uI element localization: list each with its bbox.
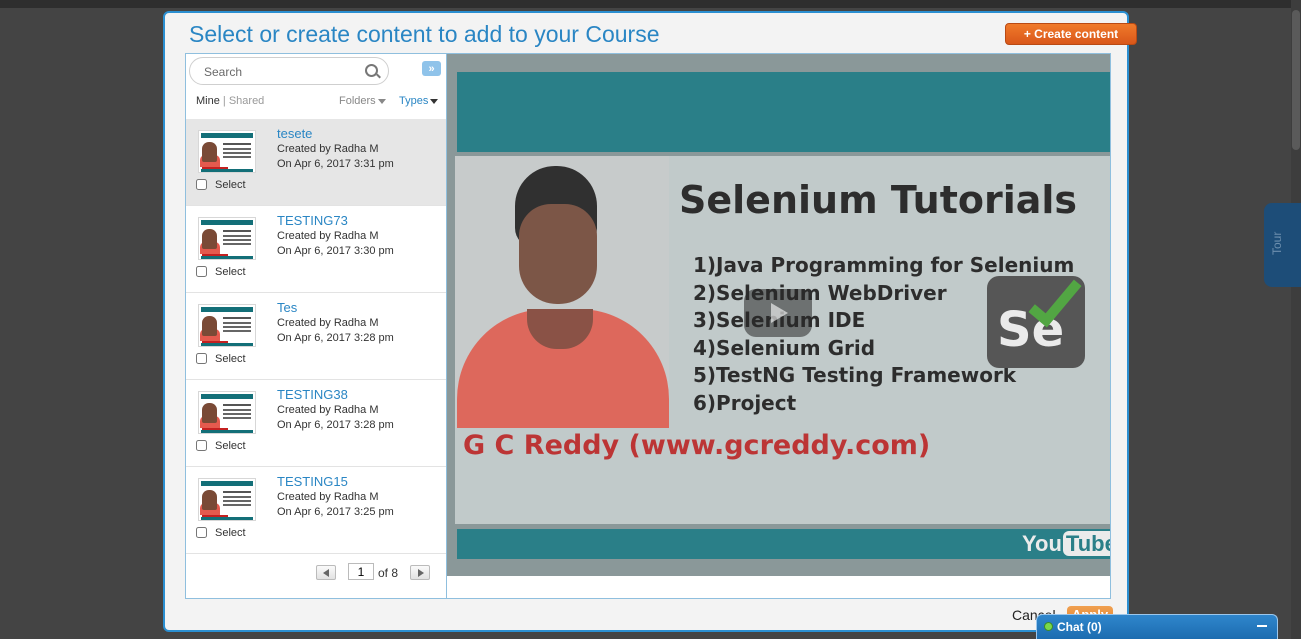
select-checkbox[interactable] <box>196 266 207 277</box>
chat-bar[interactable]: Chat (0) <box>1036 614 1278 639</box>
page-scrollbar-thumb[interactable] <box>1292 10 1300 150</box>
presenter-face <box>519 204 597 304</box>
content-date: On Apr 6, 2017 3:28 pm <box>277 419 394 431</box>
selenium-logo: Se <box>987 270 1085 368</box>
tour-tab-label: Tour <box>1270 231 1284 255</box>
content-author: Created by Radha M <box>277 491 379 503</box>
video-footer-text: G C Reddy (www.gcreddy.com) <box>463 430 931 461</box>
content-list-panel: » Mine | Shared Folders Types tesete Cre… <box>185 53 447 599</box>
select-label[interactable]: Select <box>215 527 246 539</box>
content-title[interactable]: TESTING15 <box>277 474 348 489</box>
select-label[interactable]: Select <box>215 266 246 278</box>
select-label[interactable]: Select <box>215 353 246 365</box>
list-item[interactable]: TESTING38 Created by Radha M On Apr 6, 20… <box>186 380 446 467</box>
content-author: Created by Radha M <box>277 404 379 416</box>
content-meta: Created by Radha M On Apr 6, 2017 3:28 pm <box>277 403 394 433</box>
content-author: Created by Radha M <box>277 230 379 242</box>
video-slide-title: Selenium Tutorials <box>679 178 1078 222</box>
page-scrollbar[interactable] <box>1291 0 1301 639</box>
folders-dropdown-label: Folders <box>339 95 376 107</box>
content-title[interactable]: Tes <box>277 300 297 315</box>
content-title[interactable]: TESTING38 <box>277 387 348 402</box>
video-bottom-banner <box>457 529 1110 559</box>
page-count: of 8 <box>378 566 399 580</box>
video-top-banner <box>457 72 1110 152</box>
chevron-down-icon <box>430 98 439 104</box>
minimize-icon[interactable] <box>1257 625 1267 627</box>
tab-shared[interactable]: Shared <box>229 95 264 107</box>
select-checkbox[interactable] <box>196 440 207 451</box>
content-meta: Created by Radha M On Apr 6, 2017 3:28 pm <box>277 316 394 346</box>
content-tabs: Mine | Shared <box>196 95 264 107</box>
youtube-logo-you: You <box>1022 531 1062 556</box>
content-thumbnail[interactable] <box>198 478 256 521</box>
types-dropdown-label: Types <box>399 95 429 107</box>
content-thumbnail[interactable] <box>198 391 256 434</box>
tab-mine[interactable]: Mine <box>196 95 220 107</box>
content-thumbnail[interactable] <box>198 304 256 347</box>
expand-panel-button[interactable]: » <box>422 61 441 76</box>
youtube-logo-tube: Tube <box>1062 531 1110 556</box>
content-meta: Created by Radha M On Apr 6, 2017 3:30 pm <box>277 229 394 259</box>
content-date: On Apr 6, 2017 3:25 pm <box>277 506 394 518</box>
folders-dropdown[interactable]: Folders <box>339 95 386 107</box>
pagination: of 8 <box>316 563 446 583</box>
content-selector-modal: Select or create content to add to your … <box>163 11 1137 632</box>
list-item[interactable]: tesete Created by Radha M On Apr 6, 2017 … <box>186 119 446 206</box>
preview-panel: Selenium Tutorials 1)Java Programming fo… <box>447 53 1111 599</box>
video-topic: 6)Project <box>693 390 797 415</box>
select-checkbox[interactable] <box>196 179 207 190</box>
search-input[interactable] <box>202 62 366 82</box>
tab-separator: | <box>222 95 226 107</box>
content-author: Created by Radha M <box>277 143 379 155</box>
content-date: On Apr 6, 2017 3:31 pm <box>277 158 394 170</box>
search-icon[interactable] <box>365 64 378 77</box>
list-item[interactable]: TESTING15 Created by Radha M On Apr 6, 20… <box>186 467 446 554</box>
youtube-logo[interactable]: YouTube <box>1022 531 1110 559</box>
previous-page-button[interactable] <box>316 565 336 580</box>
content-meta: Created by Radha M On Apr 6, 2017 3:31 pm <box>277 142 394 172</box>
search-box[interactable] <box>189 57 389 85</box>
content-title[interactable]: TESTING73 <box>277 213 348 228</box>
content-title[interactable]: tesete <box>277 126 312 141</box>
select-checkbox[interactable] <box>196 353 207 364</box>
types-dropdown[interactable]: Types <box>399 95 439 107</box>
online-status-icon <box>1044 622 1053 631</box>
content-author: Created by Radha M <box>277 317 379 329</box>
page-number-input[interactable] <box>348 563 374 580</box>
tour-tab[interactable]: Tour <box>1264 203 1301 287</box>
page-header-strip <box>0 0 1301 8</box>
video-player[interactable]: Selenium Tutorials 1)Java Programming fo… <box>447 54 1110 576</box>
chat-label: Chat (0) <box>1057 620 1102 634</box>
select-label[interactable]: Select <box>215 179 246 191</box>
content-meta: Created by Radha M On Apr 6, 2017 3:25 pm <box>277 490 394 520</box>
chevron-down-icon <box>377 98 386 104</box>
create-content-button[interactable]: + Create content <box>1005 23 1137 45</box>
content-thumbnail[interactable] <box>198 130 256 173</box>
content-list: tesete Created by Radha M On Apr 6, 2017 … <box>186 119 446 554</box>
modal-title: Select or create content to add to your … <box>189 21 660 47</box>
content-date: On Apr 6, 2017 3:28 pm <box>277 332 394 344</box>
select-checkbox[interactable] <box>196 527 207 538</box>
play-icon[interactable] <box>744 289 812 337</box>
content-thumbnail[interactable] <box>198 217 256 260</box>
next-page-button[interactable] <box>410 565 430 580</box>
content-date: On Apr 6, 2017 3:30 pm <box>277 245 394 257</box>
select-label[interactable]: Select <box>215 440 246 452</box>
list-item[interactable]: TESTING73 Created by Radha M On Apr 6, 20… <box>186 206 446 293</box>
list-item[interactable]: Tes Created by Radha M On Apr 6, 2017 3:2… <box>186 293 446 380</box>
